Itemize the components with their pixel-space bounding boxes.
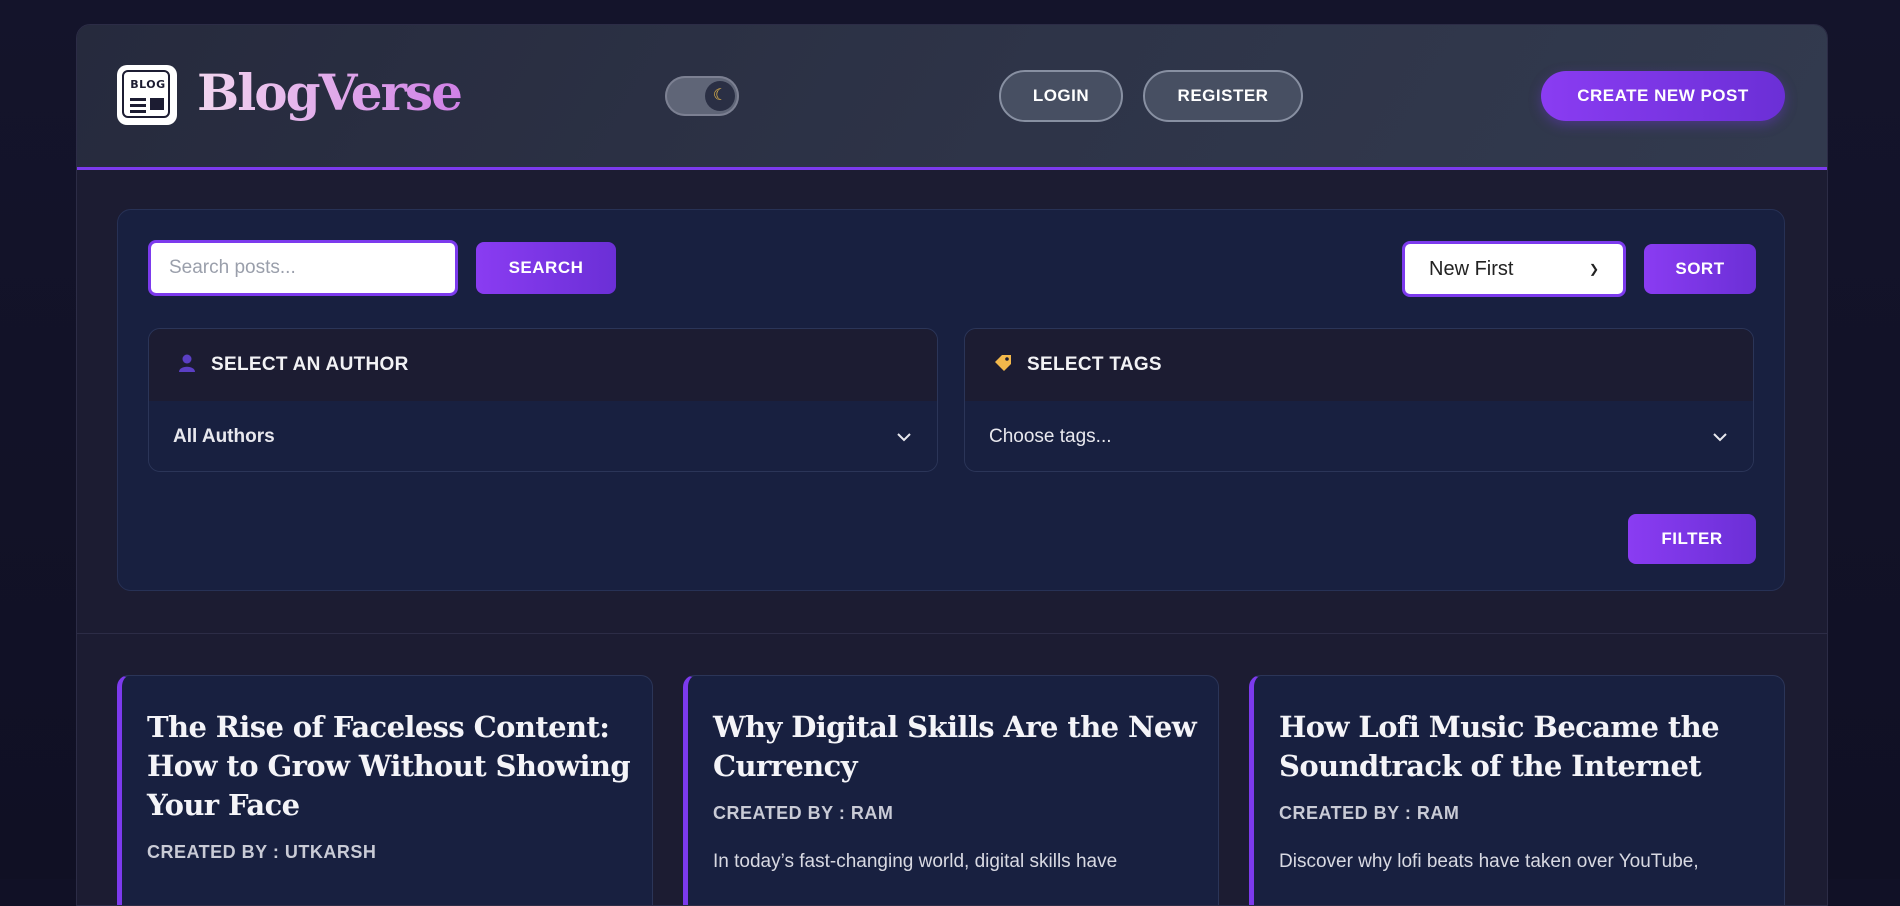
tags-dropdown[interactable]: Choose tags... bbox=[965, 401, 1753, 471]
tag-icon bbox=[993, 353, 1013, 378]
chevron-down-icon bbox=[1713, 433, 1727, 442]
post-title[interactable]: How Lofi Music Became the Soundtrack of … bbox=[1279, 708, 1769, 786]
post-excerpt: In today’s fast-changing world, digital … bbox=[713, 851, 1118, 872]
author-dropdown-value: All Authors bbox=[173, 426, 275, 447]
user-icon bbox=[177, 353, 197, 378]
tags-heading: SELECT TAGS bbox=[1027, 354, 1162, 375]
blog-logo-icon[interactable]: BLOG bbox=[117, 65, 177, 125]
author-selector: SELECT AN AUTHOR All Authors bbox=[148, 328, 938, 472]
chevron-down-icon bbox=[897, 433, 911, 442]
logo-text: BLOG bbox=[130, 78, 166, 91]
brand-name[interactable]: BlogVerse bbox=[197, 63, 463, 122]
chevron-down-icon: ❯ bbox=[1588, 262, 1599, 276]
author-dropdown[interactable]: All Authors bbox=[149, 401, 937, 471]
theme-toggle[interactable]: ☾ bbox=[665, 76, 739, 116]
author-heading: SELECT AN AUTHOR bbox=[211, 354, 409, 375]
section-divider bbox=[77, 633, 1827, 634]
tags-selector: SELECT TAGS Choose tags... bbox=[964, 328, 1754, 472]
login-button[interactable]: LOGIN bbox=[999, 70, 1123, 122]
post-author: CREATED BY : RAM bbox=[713, 803, 894, 823]
filter-button[interactable]: FILTER bbox=[1628, 514, 1756, 564]
post-card[interactable]: How Lofi Music Became the Soundtrack of … bbox=[1249, 675, 1785, 905]
post-author: CREATED BY : UTKARSH bbox=[147, 842, 377, 862]
tags-dropdown-placeholder: Choose tags... bbox=[989, 426, 1112, 447]
post-author: CREATED BY : RAM bbox=[1279, 803, 1460, 823]
post-card[interactable]: The Rise of Faceless Content: How to Gro… bbox=[117, 675, 653, 905]
search-button[interactable]: SEARCH bbox=[476, 242, 616, 294]
search-input[interactable] bbox=[148, 240, 458, 296]
sort-select[interactable]: New First ❯ bbox=[1402, 241, 1626, 297]
create-new-post-button[interactable]: CREATE NEW POST bbox=[1541, 71, 1785, 121]
filter-panel: SEARCH New First ❯ SORT SELECT AN AUTHOR… bbox=[117, 209, 1785, 591]
app-container: BLOG BlogVerse ☾ LOGIN REGISTER CREATE N… bbox=[76, 24, 1828, 906]
moon-icon: ☾ bbox=[705, 81, 735, 111]
site-header: BLOG BlogVerse ☾ LOGIN REGISTER CREATE N… bbox=[77, 25, 1827, 170]
post-title[interactable]: The Rise of Faceless Content: How to Gro… bbox=[147, 708, 637, 825]
post-excerpt: Discover why lofi beats have taken over … bbox=[1279, 851, 1699, 872]
sort-button[interactable]: SORT bbox=[1644, 244, 1756, 294]
post-card[interactable]: Why Digital Skills Are the New Currency … bbox=[683, 675, 1219, 905]
post-title[interactable]: Why Digital Skills Are the New Currency bbox=[713, 708, 1203, 786]
sort-select-value: New First bbox=[1429, 257, 1514, 280]
register-button[interactable]: REGISTER bbox=[1143, 70, 1303, 122]
